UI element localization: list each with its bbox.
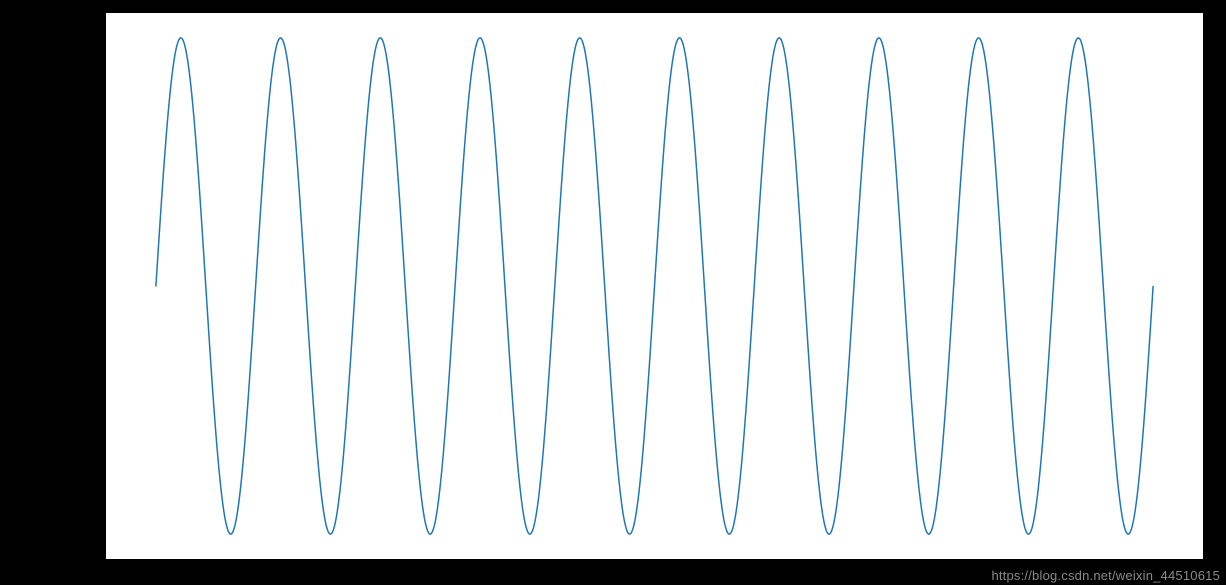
watermark-text: https://blog.csdn.net/weixin_44510615	[991, 568, 1220, 583]
line-series-sin	[156, 38, 1153, 534]
line-chart	[106, 13, 1203, 559]
chart-axes-frame	[105, 12, 1204, 560]
